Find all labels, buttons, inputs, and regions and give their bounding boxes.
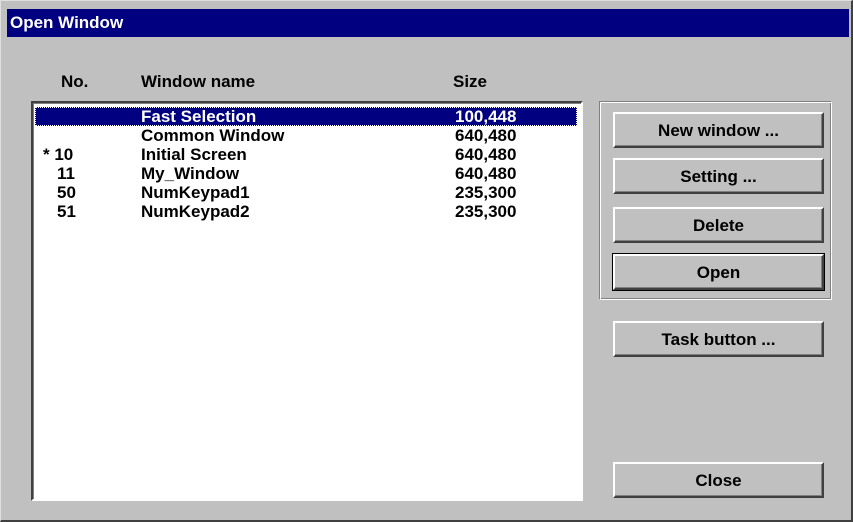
column-header-size: Size (453, 72, 488, 91)
item-size: 640,480 (455, 126, 517, 145)
column-header-no: No. (61, 72, 89, 91)
item-window-name: Fast Selection (141, 107, 257, 126)
item-size: 100,448 (455, 107, 517, 126)
task-button-button[interactable]: Task button ... (613, 321, 824, 357)
close-button[interactable]: Close (613, 462, 824, 498)
item-size: 235,300 (455, 183, 517, 202)
item-size: 235,300 (455, 202, 517, 221)
item-size: 640,480 (455, 164, 517, 183)
window-list[interactable]: Fast Selection 100,448 Common Window 640… (31, 101, 583, 501)
item-window-name: My_Window (141, 164, 240, 183)
item-window-name: Common Window (141, 126, 285, 145)
open-window-dialog: Open Window No. Window name Size Fast Se… (0, 0, 853, 522)
item-window-name: NumKeypad2 (141, 202, 250, 221)
item-number: 11 (57, 164, 75, 183)
new-window-button[interactable]: New window ... (613, 112, 824, 148)
window-title: Open Window (10, 13, 124, 32)
item-window-name: NumKeypad1 (141, 183, 250, 202)
list-item[interactable]: * 10 Initial Screen 640,480 (35, 145, 577, 164)
item-number: * 10 (43, 145, 74, 164)
list-item[interactable]: 50 NumKeypad1 235,300 (35, 183, 577, 202)
title-bar[interactable]: Open Window (7, 9, 849, 37)
delete-button[interactable]: Delete (613, 207, 824, 243)
column-header-window-name: Window name (141, 72, 256, 91)
list-item[interactable]: 51 NumKeypad2 235,300 (35, 202, 577, 221)
list-item[interactable]: 11 My_Window 640,480 (35, 164, 577, 183)
item-number: 51 (57, 202, 76, 221)
list-item[interactable]: Common Window 640,480 (35, 126, 577, 145)
item-size: 640,480 (455, 145, 517, 164)
item-window-name: Initial Screen (141, 145, 247, 164)
list-item[interactable]: Fast Selection 100,448 (35, 107, 577, 126)
item-number: 50 (57, 183, 76, 202)
setting-button[interactable]: Setting ... (613, 158, 824, 194)
open-button[interactable]: Open (612, 253, 825, 291)
